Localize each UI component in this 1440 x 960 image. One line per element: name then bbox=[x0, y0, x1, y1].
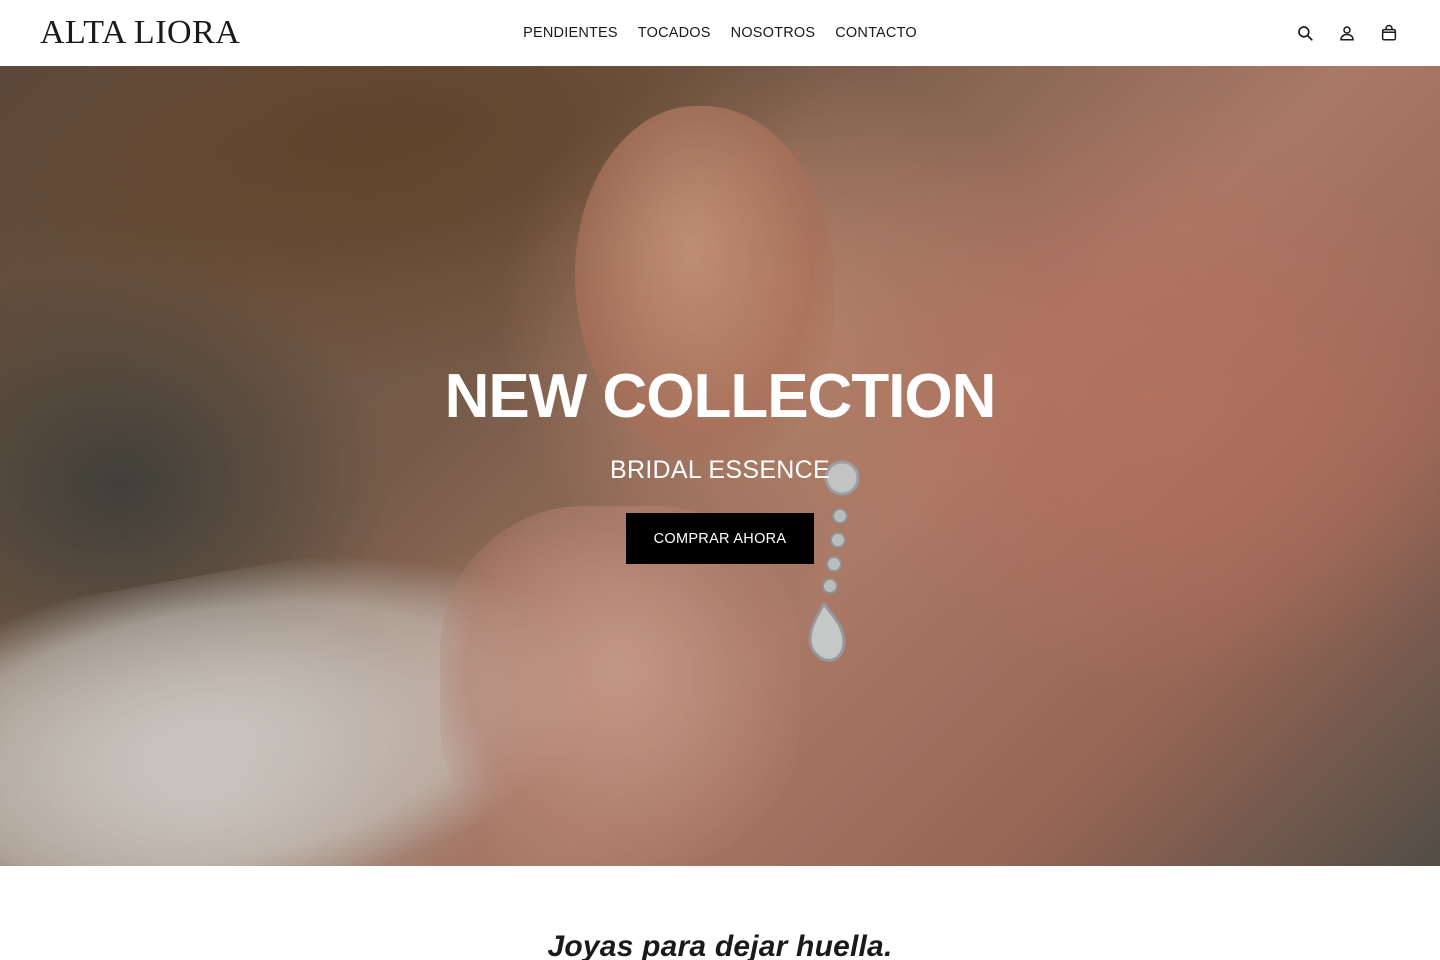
nav-item-pendientes[interactable]: PENDIENTES bbox=[523, 25, 618, 41]
nav-item-tocados[interactable]: TOCADOS bbox=[638, 25, 711, 41]
shop-now-button[interactable]: COMPRAR AHORA bbox=[626, 513, 814, 564]
hero-content: NEW COLLECTION BRIDAL ESSENCE COMPRAR AH… bbox=[0, 66, 1440, 866]
header-actions bbox=[1294, 0, 1400, 66]
site-header: ALTA LIORA PENDIENTES TOCADOS NOSOTROS C… bbox=[0, 0, 1440, 66]
hero-subtitle: BRIDAL ESSENCE bbox=[609, 456, 830, 484]
nav-item-contacto[interactable]: CONTACTO bbox=[835, 25, 917, 41]
shopping-bag-icon[interactable] bbox=[1378, 22, 1400, 44]
tagline-heading: Joyas para dejar huella. bbox=[547, 930, 893, 960]
user-icon[interactable] bbox=[1336, 22, 1358, 44]
tagline-section: Joyas para dejar huella. bbox=[0, 866, 1440, 960]
hero-banner: NEW COLLECTION BRIDAL ESSENCE COMPRAR AH… bbox=[0, 66, 1440, 866]
main-nav: PENDIENTES TOCADOS NOSOTROS CONTACTO bbox=[523, 0, 917, 66]
search-icon[interactable] bbox=[1294, 22, 1316, 44]
nav-item-nosotros[interactable]: NOSOTROS bbox=[731, 25, 816, 41]
hero-title: NEW COLLECTION bbox=[444, 362, 997, 431]
brand-logo[interactable]: ALTA LIORA bbox=[40, 16, 240, 50]
